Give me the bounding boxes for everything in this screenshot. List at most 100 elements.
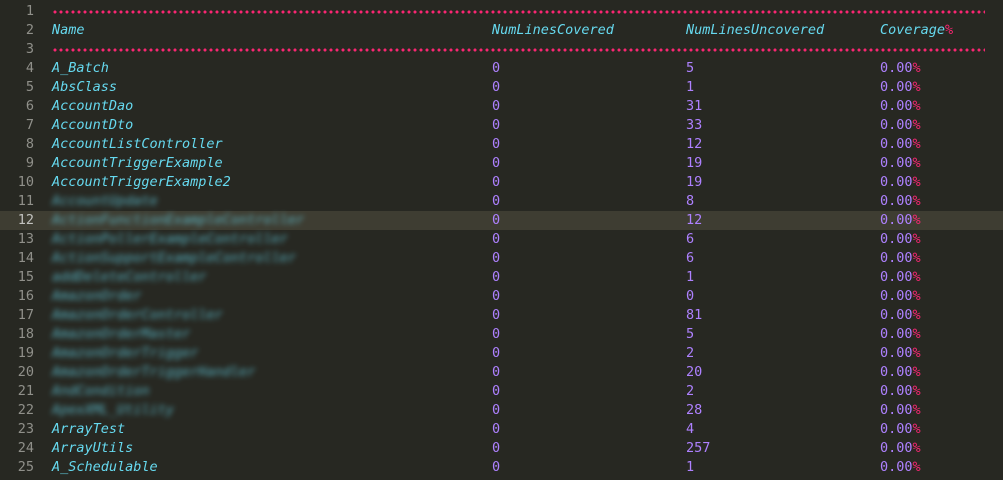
lines-covered: 0 xyxy=(492,459,501,475)
line-number: 23 xyxy=(17,421,34,437)
line-number: 5 xyxy=(25,79,34,95)
line-number: 7 xyxy=(25,117,34,133)
coverage-percent: 0.00% xyxy=(880,420,921,439)
coverage-percent: 0.00% xyxy=(880,78,921,97)
lines-covered: 0 xyxy=(492,155,501,171)
line-number: 3 xyxy=(25,41,34,57)
coverage-value: 0.00 xyxy=(880,383,913,399)
table-row[interactable]: 15 addDeleteController 0 1 0.00% xyxy=(0,268,1003,287)
coverage-percent: 0.00% xyxy=(880,363,921,382)
coverage-percent: 0.00% xyxy=(880,439,921,458)
coverage-percent: 0.00% xyxy=(880,135,921,154)
lines-uncovered: 257 xyxy=(686,440,711,456)
coverage-value: 0.00 xyxy=(880,231,913,247)
table-row[interactable]: 10 AccountTriggerExample2 0 19 0.00% xyxy=(0,173,1003,192)
percent-sign: % xyxy=(912,269,921,285)
text-editor[interactable]: 1 2 Name NumLinesCovered NumLinesUncover… xyxy=(0,0,1003,480)
header-uncovered: NumLinesUncovered xyxy=(686,22,825,38)
class-name: ActionFunctionExampleController xyxy=(52,212,304,228)
table-row[interactable]: 13 ActionPollerExampleController 0 6 0.00% xyxy=(0,230,1003,249)
coverage-value: 0.00 xyxy=(880,459,913,475)
table-row[interactable]: 6 AccountDao 0 31 0.00% xyxy=(0,97,1003,116)
coverage-percent: 0.00% xyxy=(880,268,921,287)
class-name: AmazonOrderController xyxy=(52,307,223,323)
line-number: 22 xyxy=(17,402,34,418)
percent-sign: % xyxy=(912,288,921,304)
lines-covered: 0 xyxy=(492,345,501,361)
coverage-value: 0.00 xyxy=(880,250,913,266)
coverage-value: 0.00 xyxy=(880,193,913,209)
table-row[interactable]: 21 AndCondition 0 2 0.00% xyxy=(0,382,1003,401)
table-row[interactable]: 22 ApexXML_Utility 0 28 0.00% xyxy=(0,401,1003,420)
coverage-percent: 0.00% xyxy=(880,59,921,78)
lines-covered: 0 xyxy=(492,174,501,190)
coverage-value: 0.00 xyxy=(880,326,913,342)
table-row[interactable]: 8 AccountListController 0 12 0.00% xyxy=(0,135,1003,154)
lines-covered: 0 xyxy=(492,383,501,399)
coverage-value: 0.00 xyxy=(880,60,913,76)
lines-uncovered: 5 xyxy=(686,60,695,76)
table-row[interactable]: 23 ArrayTest 0 4 0.00% xyxy=(0,420,1003,439)
class-name: ApexXML_Utility xyxy=(52,402,174,418)
table-header-row: 2 Name NumLinesCovered NumLinesUncovered… xyxy=(0,21,1003,40)
coverage-value: 0.00 xyxy=(880,155,913,171)
lines-uncovered: 0 xyxy=(686,288,695,304)
lines-uncovered: 1 xyxy=(686,459,695,475)
line-number: 25 xyxy=(17,459,34,475)
line-number: 6 xyxy=(25,98,34,114)
line-number: 1 xyxy=(25,3,34,19)
coverage-percent: 0.00% xyxy=(880,154,921,173)
header-coverage-label: Coverage xyxy=(880,22,946,38)
percent-sign: % xyxy=(912,79,921,95)
separator-line: 3 xyxy=(0,40,1003,59)
header-covered: NumLinesCovered xyxy=(492,22,614,38)
table-row[interactable]: 20 AmazonOrderTriggerHandler 0 20 0.00% xyxy=(0,363,1003,382)
percent-sign: % xyxy=(912,421,921,437)
separator-rule xyxy=(52,10,985,14)
coverage-value: 0.00 xyxy=(880,174,913,190)
table-row[interactable]: 24 ArrayUtils 0 257 0.00% xyxy=(0,439,1003,458)
line-number: 11 xyxy=(17,193,34,209)
header-coverage-suffix: % xyxy=(945,22,954,38)
table-row[interactable]: 16 AmazonOrder 0 0 0.00% xyxy=(0,287,1003,306)
table-row[interactable]: 7 AccountDto 0 33 0.00% xyxy=(0,116,1003,135)
coverage-percent: 0.00% xyxy=(880,116,921,135)
line-number: 8 xyxy=(25,136,34,152)
lines-covered: 0 xyxy=(492,117,501,133)
table-row[interactable]: 5 AbsClass 0 1 0.00% xyxy=(0,78,1003,97)
class-name: AmazonOrderMaster xyxy=(52,326,191,342)
class-name: AccountListController xyxy=(52,136,223,152)
table-row[interactable]: 25 A_Schedulable 0 1 0.00% xyxy=(0,458,1003,477)
table-row[interactable]: 9 AccountTriggerExample 0 19 0.00% xyxy=(0,154,1003,173)
lines-covered: 0 xyxy=(492,288,501,304)
table-row[interactable]: 12 ActionFunctionExampleController 0 12 0.00… xyxy=(0,211,1003,230)
table-row[interactable]: 4 A_Batch 0 5 0.00% xyxy=(0,59,1003,78)
class-name: addDeleteController xyxy=(52,269,207,285)
class-name: AmazonOrderTriggerHandler xyxy=(52,364,256,380)
table-row[interactable]: 17 AmazonOrderController 0 81 0.00% xyxy=(0,306,1003,325)
class-name: ActionSupportExampleController xyxy=(52,250,296,266)
percent-sign: % xyxy=(912,212,921,228)
class-name: ArrayUtils xyxy=(52,440,134,456)
class-name: AmazonOrder xyxy=(52,288,142,304)
lines-uncovered: 19 xyxy=(686,174,703,190)
header-coverage: Coverage% xyxy=(880,21,953,40)
table-row[interactable]: 19 AmazonOrderTrigger 0 2 0.00% xyxy=(0,344,1003,363)
lines-uncovered: 4 xyxy=(686,421,695,437)
line-number: 15 xyxy=(17,269,34,285)
coverage-value: 0.00 xyxy=(880,98,913,114)
class-name: AccountTriggerExample xyxy=(52,155,223,171)
lines-covered: 0 xyxy=(492,98,501,114)
coverage-value: 0.00 xyxy=(880,421,913,437)
class-name: AccountTriggerExample2 xyxy=(52,174,231,190)
table-row[interactable]: 11 AccountUpdate 0 8 0.00% xyxy=(0,192,1003,211)
lines-uncovered: 1 xyxy=(686,269,695,285)
table-row[interactable]: 18 AmazonOrderMaster 0 5 0.00% xyxy=(0,325,1003,344)
coverage-value: 0.00 xyxy=(880,402,913,418)
percent-sign: % xyxy=(912,326,921,342)
lines-uncovered: 6 xyxy=(686,250,695,266)
class-name: ArrayTest xyxy=(52,421,126,437)
coverage-percent: 0.00% xyxy=(880,211,921,230)
line-number: 4 xyxy=(25,60,34,76)
table-row[interactable]: 14 ActionSupportExampleController 0 6 0.00% xyxy=(0,249,1003,268)
